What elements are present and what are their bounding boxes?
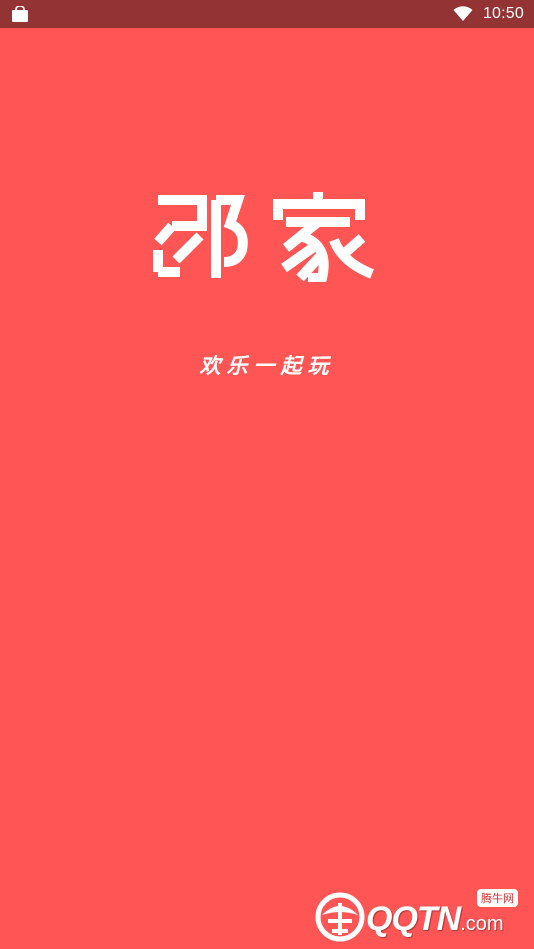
slogan-text: 欢乐一起玩	[199, 353, 335, 378]
watermark: QQTN.com 腾牛网	[314, 889, 528, 945]
app-logo: 邻家	[150, 190, 384, 282]
qqtn-logo-icon	[315, 892, 365, 942]
watermark-tag: 腾牛网	[477, 889, 518, 907]
watermark-brand-name: QQTN	[366, 900, 461, 938]
splash-screen: 10:50 邻家	[0, 0, 534, 949]
status-time: 10:50	[482, 5, 524, 22]
shopping-bag-icon	[12, 6, 28, 22]
status-bar: 10:50	[0, 0, 534, 28]
status-right-group: 10:50	[453, 0, 524, 28]
wifi-icon	[453, 6, 473, 21]
app-logo-wordmark	[153, 192, 374, 282]
watermark-domain: .com	[460, 913, 504, 935]
